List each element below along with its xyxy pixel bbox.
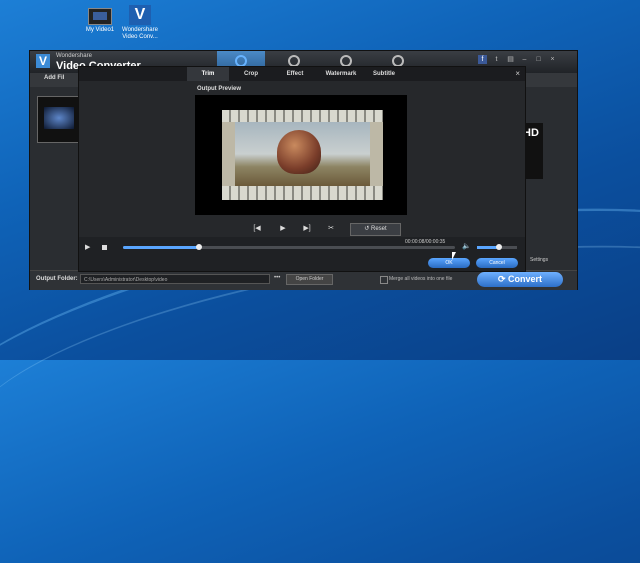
balloon-shape bbox=[277, 130, 321, 174]
merge-label: Merge all videos into one file bbox=[389, 276, 453, 282]
output-folder-label: Output Folder: bbox=[36, 276, 78, 282]
close-icon[interactable]: × bbox=[548, 55, 557, 64]
desktop-icon-label-1: Wondershare bbox=[122, 27, 158, 33]
tab-trim[interactable]: Trim bbox=[187, 67, 229, 81]
reset-button[interactable]: ↺ Reset bbox=[350, 223, 401, 236]
bottom-bar: Output Folder: C:\Users\Administrator\De… bbox=[30, 270, 577, 290]
cut-icon[interactable]: ✂ bbox=[325, 224, 337, 234]
brand-name: Wondershare bbox=[56, 53, 92, 59]
ok-button[interactable]: OK bbox=[428, 258, 470, 268]
mouse-cursor-icon bbox=[452, 252, 460, 260]
desktop-icon-wondershare[interactable]: V Wondershare Video Conv... bbox=[110, 5, 170, 41]
volume-slider[interactable] bbox=[477, 244, 517, 250]
tab-watermark[interactable]: Watermark bbox=[317, 67, 365, 81]
wondershare-logo-icon: V bbox=[129, 5, 151, 25]
play-clip-icon[interactable]: ▶ bbox=[277, 224, 289, 234]
open-folder-button[interactable]: Open Folder bbox=[286, 274, 333, 285]
reset-label: Reset bbox=[371, 226, 387, 232]
timeline-progress bbox=[123, 246, 200, 249]
timeline-slider[interactable] bbox=[123, 244, 455, 250]
convert-button[interactable]: ⟳ Convert bbox=[477, 272, 563, 287]
output-folder-field[interactable]: C:\Users\Administrator\Desktop\video bbox=[80, 274, 270, 284]
video-frame-image bbox=[235, 122, 370, 186]
video-thumbnail[interactable] bbox=[37, 96, 81, 143]
convert-icon: ⟳ bbox=[497, 274, 509, 284]
set-end-icon[interactable]: ▶] bbox=[301, 224, 313, 234]
merge-checkbox[interactable] bbox=[380, 276, 388, 284]
timeline-handle[interactable] bbox=[196, 244, 203, 250]
play-icon[interactable]: ▶ bbox=[85, 243, 90, 251]
video-file-icon bbox=[88, 8, 112, 25]
dialog-close-icon[interactable]: × bbox=[515, 69, 520, 78]
cancel-button[interactable]: Cancel bbox=[476, 258, 518, 268]
tab-effect[interactable]: Effect bbox=[277, 67, 313, 81]
browse-button[interactable]: ••• bbox=[274, 275, 280, 281]
tab-crop[interactable]: Crop bbox=[234, 67, 268, 81]
reset-icon: ↺ bbox=[364, 226, 371, 232]
volume-icon[interactable]: 🔈 bbox=[462, 242, 471, 250]
output-preview-label: Output Preview bbox=[197, 86, 242, 92]
twitter-icon[interactable]: t bbox=[492, 55, 501, 64]
convert-label: Convert bbox=[508, 274, 543, 284]
film-strip-frame bbox=[222, 110, 383, 200]
settings-link[interactable]: Settings bbox=[530, 257, 548, 263]
time-display: 00:00:08/00:00:35 bbox=[405, 239, 446, 245]
menu-icon[interactable]: ▤ bbox=[506, 55, 515, 64]
add-files-button[interactable]: Add Fil bbox=[44, 75, 64, 81]
volume-handle[interactable] bbox=[496, 244, 502, 250]
edit-dialog: Trim Crop Effect Watermark Subtitle × Ou… bbox=[78, 66, 526, 272]
stop-icon[interactable] bbox=[102, 245, 107, 250]
app-logo-icon: V bbox=[36, 54, 50, 68]
set-start-icon[interactable]: [◀ bbox=[251, 224, 263, 234]
desktop-icon-label-2: Video Conv... bbox=[122, 34, 158, 40]
maximize-icon[interactable]: □ bbox=[534, 55, 543, 64]
dialog-tabs: Trim Crop Effect Watermark Subtitle × bbox=[79, 67, 525, 81]
tab-subtitle[interactable]: Subtitle bbox=[366, 67, 402, 81]
facebook-icon[interactable]: f bbox=[478, 55, 487, 64]
minimize-icon[interactable]: – bbox=[520, 55, 529, 64]
